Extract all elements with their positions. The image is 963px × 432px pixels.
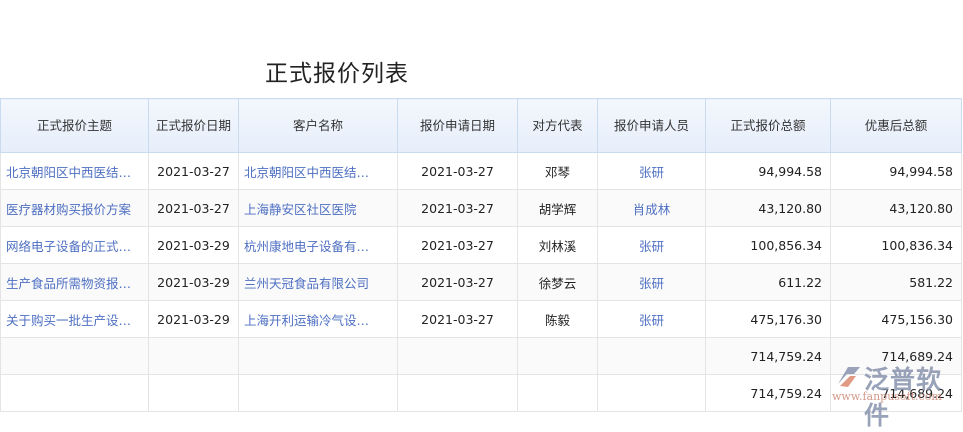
discounted-amount: 100,836.34 xyxy=(830,226,962,264)
discounted-amount: 581.22 xyxy=(830,263,962,301)
quote-date: 2021-03-29 xyxy=(148,300,239,338)
apply-date: 2021-03-27 xyxy=(397,189,518,227)
discounted-amount: 475,156.30 xyxy=(830,300,962,338)
subject-link[interactable]: 关于购买一批生产设… xyxy=(0,300,149,338)
table-row[interactable]: 网络电子设备的正式… 2021-03-29 杭州康地电子设备有… 2021-03-27… xyxy=(0,226,962,264)
representative: 刘林溪 xyxy=(517,226,598,264)
col-header-applicant[interactable]: 报价申请人员 xyxy=(597,98,706,153)
page-title: 正式报价列表 xyxy=(265,61,409,87)
empty-cell xyxy=(597,374,706,412)
summary-total: 714,759.24 xyxy=(705,337,831,375)
subject-link[interactable]: 网络电子设备的正式… xyxy=(0,226,149,264)
apply-date: 2021-03-27 xyxy=(397,300,518,338)
table-row[interactable]: 关于购买一批生产设… 2021-03-29 上海开利运输冷气设… 2021-03-27… xyxy=(0,300,962,338)
customer-link[interactable]: 兰州天冠食品有限公司 xyxy=(238,263,398,301)
col-header-rep[interactable]: 对方代表 xyxy=(517,98,598,153)
quote-date: 2021-03-27 xyxy=(148,189,239,227)
quote-date: 2021-03-29 xyxy=(148,263,239,301)
discounted-amount: 43,120.80 xyxy=(830,189,962,227)
representative: 陈毅 xyxy=(517,300,598,338)
empty-cell xyxy=(397,337,518,375)
customer-link[interactable]: 杭州康地电子设备有… xyxy=(238,226,398,264)
representative: 邓琴 xyxy=(517,152,598,190)
representative: 徐梦云 xyxy=(517,263,598,301)
customer-link[interactable]: 北京朝阳区中西医结… xyxy=(238,152,398,190)
apply-date: 2021-03-27 xyxy=(397,152,518,190)
summary-row: 714,759.24 714,689.24 xyxy=(0,374,962,412)
empty-cell xyxy=(148,374,239,412)
summary-discounted: 714,689.24 xyxy=(830,374,962,412)
subject-link[interactable]: 医疗器材购买报价方案 xyxy=(0,189,149,227)
subject-link[interactable]: 北京朝阳区中西医结… xyxy=(0,152,149,190)
total-amount: 43,120.80 xyxy=(705,189,831,227)
apply-date: 2021-03-27 xyxy=(397,226,518,264)
quote-date: 2021-03-29 xyxy=(148,226,239,264)
empty-cell xyxy=(238,337,398,375)
total-amount: 475,176.30 xyxy=(705,300,831,338)
col-header-apply-date[interactable]: 报价申请日期 xyxy=(397,98,518,153)
quotation-table: 正式报价主题 正式报价日期 客户名称 报价申请日期 对方代表 报价申请人员 正式… xyxy=(0,98,962,412)
total-amount: 100,856.34 xyxy=(705,226,831,264)
table-row[interactable]: 北京朝阳区中西医结… 2021-03-27 北京朝阳区中西医结… 2021-03-27… xyxy=(0,152,962,190)
table-row[interactable]: 医疗器材购买报价方案 2021-03-27 上海静安区社区医院 2021-03-27 胡… xyxy=(0,189,962,227)
total-amount: 611.22 xyxy=(705,263,831,301)
applicant-link[interactable]: 张研 xyxy=(597,300,706,338)
empty-cell xyxy=(148,337,239,375)
empty-cell xyxy=(397,374,518,412)
applicant-link[interactable]: 肖成林 xyxy=(597,189,706,227)
empty-cell xyxy=(517,374,598,412)
customer-link[interactable]: 上海静安区社区医院 xyxy=(238,189,398,227)
col-header-total[interactable]: 正式报价总额 xyxy=(705,98,831,153)
empty-cell xyxy=(238,374,398,412)
empty-cell xyxy=(517,337,598,375)
empty-cell xyxy=(597,337,706,375)
summary-discounted: 714,689.24 xyxy=(830,337,962,375)
discounted-amount: 94,994.58 xyxy=(830,152,962,190)
applicant-link[interactable]: 张研 xyxy=(597,263,706,301)
summary-row: 714,759.24 714,689.24 xyxy=(0,337,962,375)
col-header-customer[interactable]: 客户名称 xyxy=(238,98,398,153)
empty-cell xyxy=(0,374,149,412)
empty-cell xyxy=(0,337,149,375)
col-header-date[interactable]: 正式报价日期 xyxy=(148,98,239,153)
total-amount: 94,994.58 xyxy=(705,152,831,190)
table-header-row: 正式报价主题 正式报价日期 客户名称 报价申请日期 对方代表 报价申请人员 正式… xyxy=(0,98,962,153)
customer-link[interactable]: 上海开利运输冷气设… xyxy=(238,300,398,338)
quote-date: 2021-03-27 xyxy=(148,152,239,190)
col-header-discounted[interactable]: 优惠后总额 xyxy=(830,98,962,153)
subject-link[interactable]: 生产食品所需物资报… xyxy=(0,263,149,301)
apply-date: 2021-03-27 xyxy=(397,263,518,301)
table-row[interactable]: 生产食品所需物资报… 2021-03-29 兰州天冠食品有限公司 2021-03-27… xyxy=(0,263,962,301)
col-header-subject[interactable]: 正式报价主题 xyxy=(0,98,149,153)
applicant-link[interactable]: 张研 xyxy=(597,226,706,264)
applicant-link[interactable]: 张研 xyxy=(597,152,706,190)
representative: 胡学辉 xyxy=(517,189,598,227)
summary-total: 714,759.24 xyxy=(705,374,831,412)
